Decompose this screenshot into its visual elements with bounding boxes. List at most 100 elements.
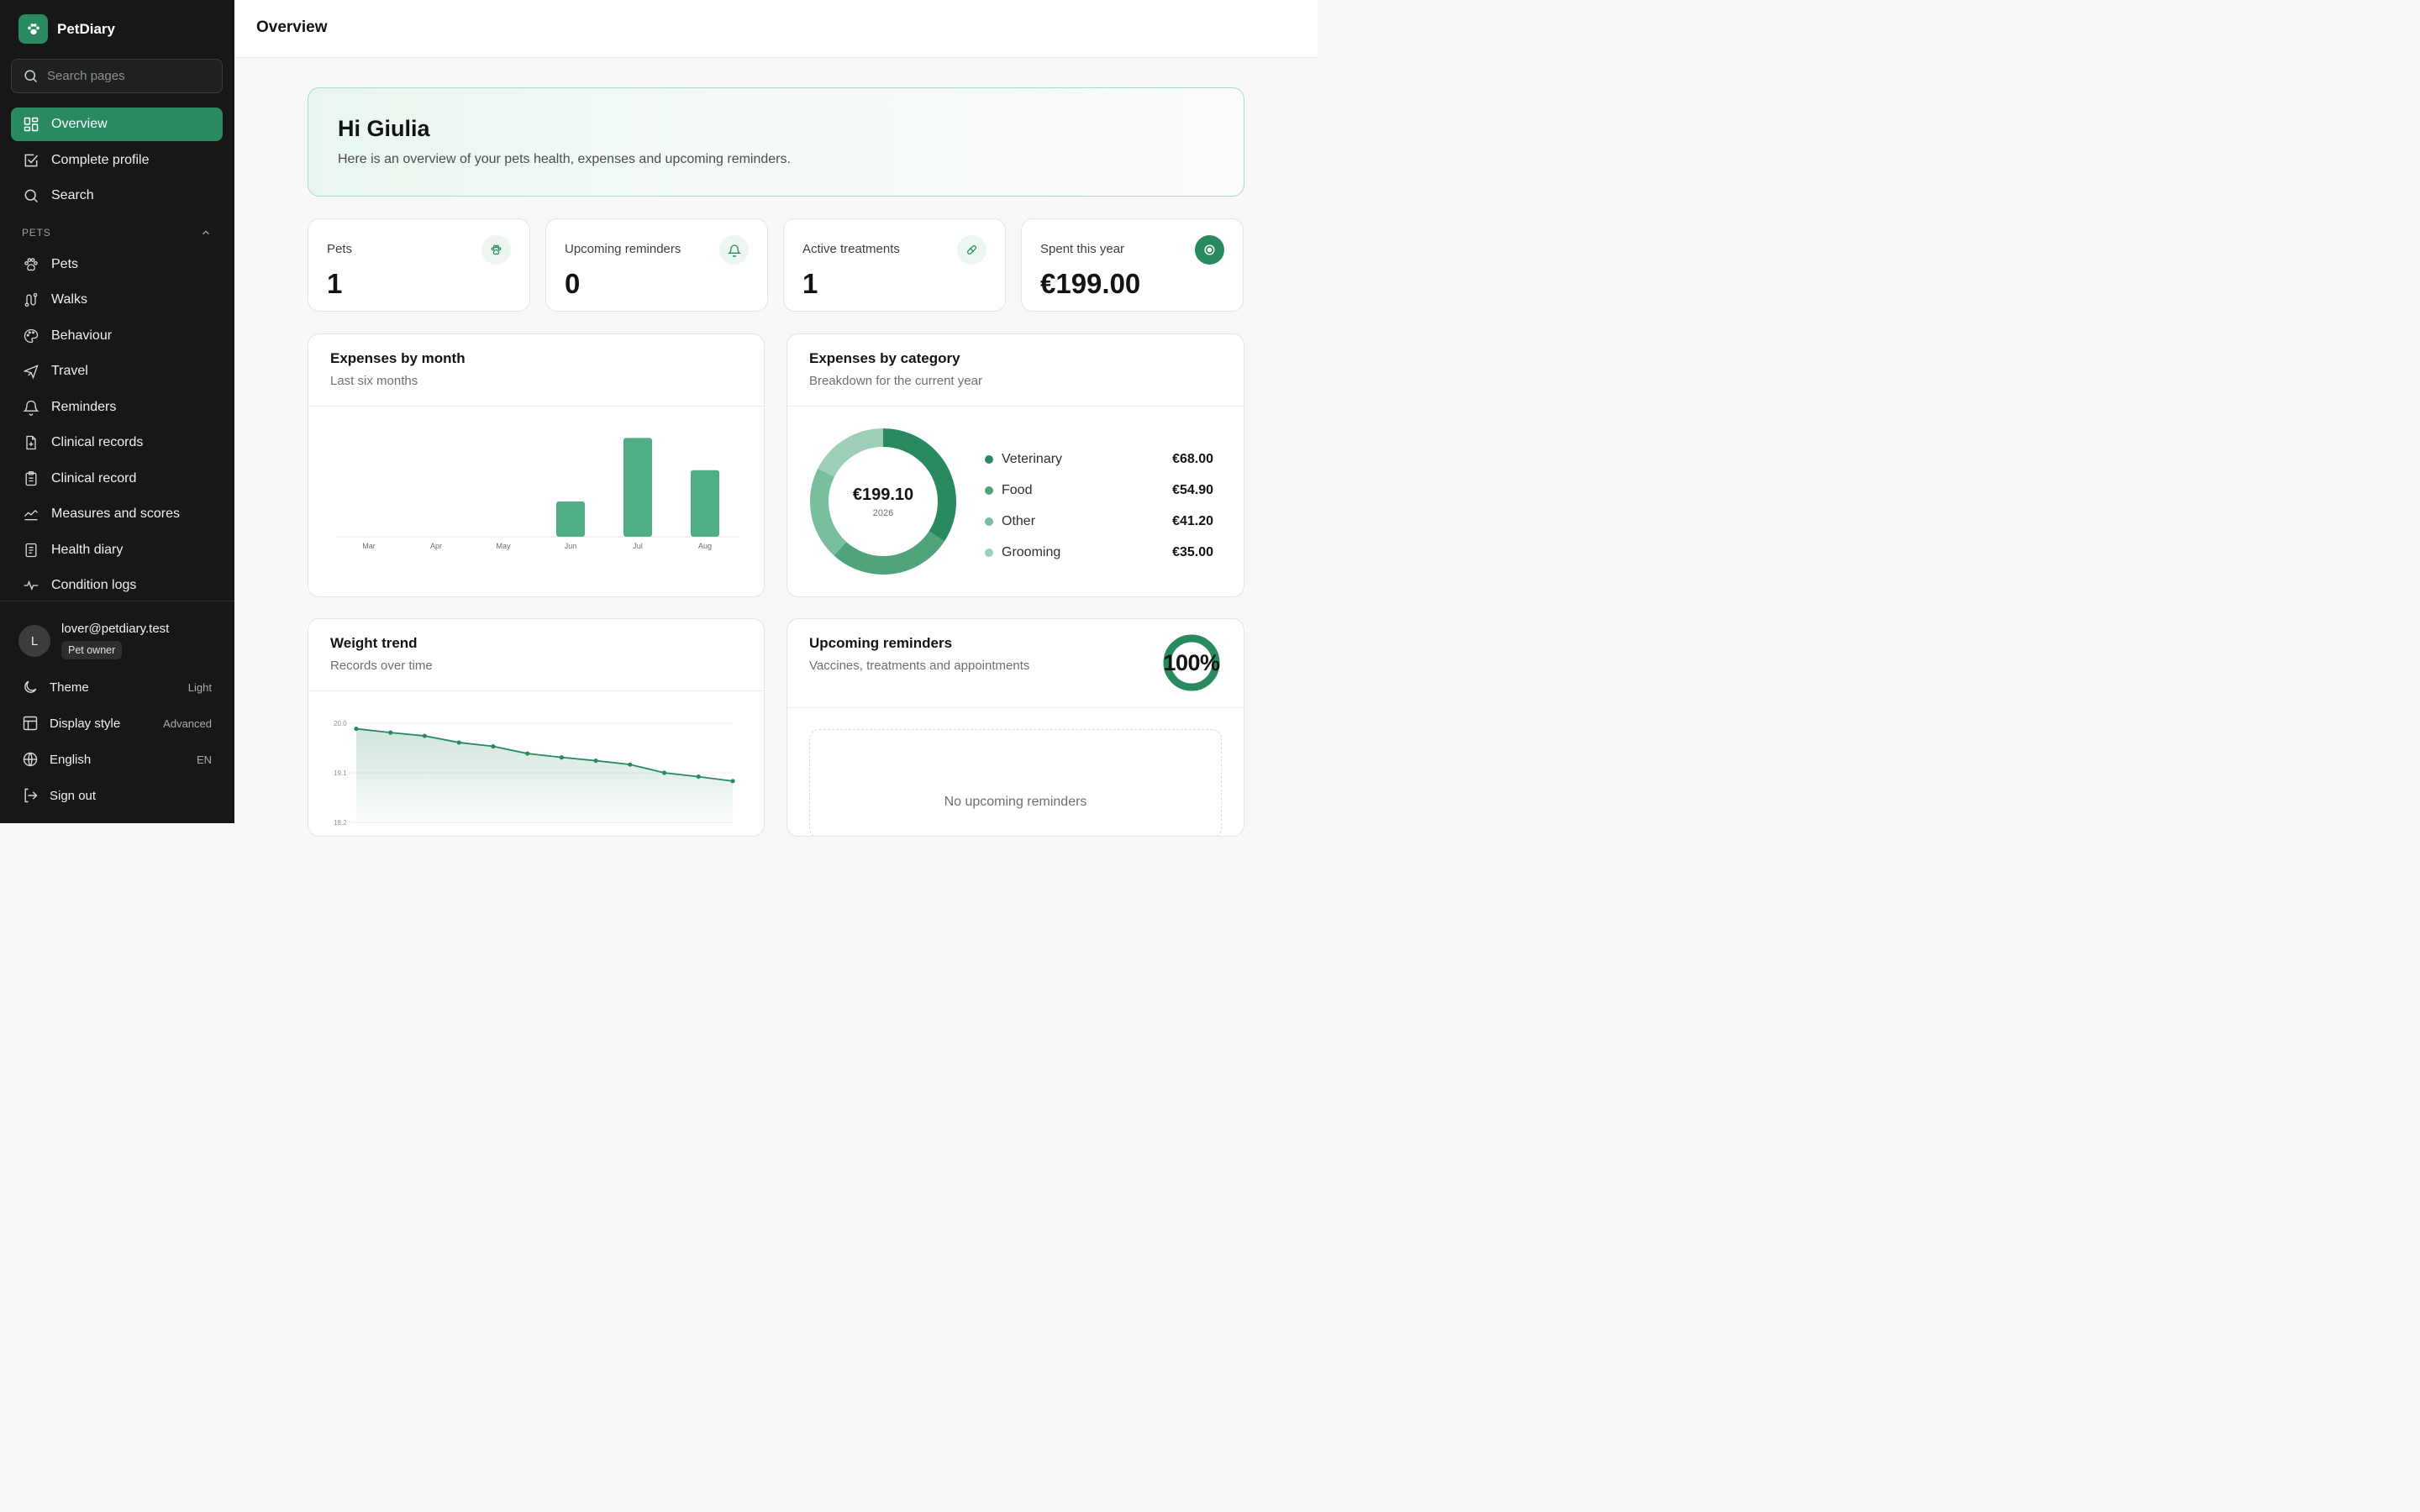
weight-point[interactable]	[661, 770, 667, 775]
nav-search[interactable]: Search	[11, 179, 223, 213]
panel-title: Expenses by month	[330, 350, 466, 366]
chart-line-icon	[24, 509, 38, 521]
activity-icon	[24, 580, 39, 591]
setting-label: English	[50, 752, 92, 767]
moon-icon	[24, 680, 37, 693]
weight-point[interactable]	[730, 779, 735, 784]
panel-subtitle: Breakdown for the current year	[809, 374, 982, 388]
weight-point[interactable]	[593, 758, 598, 764]
bar-chart: Mar Apr May Jun Jul Aug	[335, 438, 739, 550]
weight-point[interactable]	[422, 733, 428, 738]
progress-ring-label: 100%	[1163, 649, 1220, 675]
user-block[interactable]: L lover@petdiary.test Pet owner	[18, 622, 169, 659]
stat-label: Pets	[327, 242, 353, 256]
setting-display-style[interactable]: Display style Advanced	[22, 711, 212, 736]
search-input[interactable]	[47, 69, 207, 83]
check-square-icon	[24, 154, 39, 167]
weight-point[interactable]	[525, 751, 530, 756]
sidebar: PetDiary Overview Complete profile Searc…	[0, 0, 234, 823]
panel-title: Expenses by category	[809, 350, 960, 366]
setting-language[interactable]: English EN	[22, 747, 212, 772]
weight-point[interactable]	[559, 755, 564, 760]
search-icon	[24, 70, 38, 83]
stat-label: Active treatments	[802, 242, 900, 256]
panel-divider	[787, 406, 1244, 407]
layout-icon	[23, 716, 38, 731]
weight-point[interactable]	[388, 730, 393, 735]
nav-health-diary[interactable]: Health diary	[11, 533, 223, 567]
paw-logo-icon	[18, 14, 48, 44]
topbar: Overview	[234, 0, 1318, 58]
stat-card-reminders[interactable]: Upcoming reminders 0	[545, 218, 768, 312]
legend-label: Grooming	[1002, 544, 1061, 559]
nav-label: Travel	[51, 364, 88, 378]
page-title: Overview	[256, 18, 328, 36]
panel-weight-trend: Weight trend Records over time 20.0 19.1 1…	[308, 618, 765, 837]
nav-label: Behaviour	[51, 328, 113, 343]
route-icon	[24, 292, 38, 307]
weight-area	[356, 728, 733, 826]
nav-condition-logs[interactable]: Condition logs	[11, 569, 223, 602]
bell-icon	[23, 400, 39, 416]
stat-card-spent[interactable]: Spent this year €199.00	[1021, 218, 1244, 312]
line-chart: 20.0 19.1 18.2	[334, 720, 735, 826]
app-name: PetDiary	[57, 20, 115, 37]
weight-point[interactable]	[491, 743, 496, 749]
nav-overview[interactable]: Overview	[11, 108, 223, 141]
nav-reminders[interactable]: Reminders	[11, 391, 223, 424]
panel-subtitle: Records over time	[330, 659, 433, 673]
nav-label: Condition logs	[51, 578, 137, 592]
weight-point[interactable]	[628, 762, 633, 767]
palette-icon	[24, 328, 39, 344]
chevron-up-icon[interactable]	[200, 227, 212, 239]
bar-jun[interactable]	[556, 501, 585, 537]
nav-label: Search	[51, 188, 94, 202]
x-tick-label: Jul	[633, 542, 643, 550]
legend-item: Grooming €35.00	[985, 537, 1213, 568]
panel-subtitle: Last six months	[330, 374, 418, 388]
greeting: Hi Giulia	[338, 116, 430, 141]
nav-walks[interactable]: Walks	[11, 283, 223, 317]
setting-value: Light	[187, 680, 212, 694]
section-pets-header[interactable]: PETS	[22, 227, 212, 239]
nav-behaviour[interactable]: Behaviour	[11, 319, 223, 353]
x-tick-label: Jun	[565, 542, 577, 550]
weight-point[interactable]	[456, 740, 461, 745]
donut-center: €199.10 2026	[808, 426, 959, 577]
nav-label: Reminders	[51, 400, 117, 414]
nav-measures[interactable]: Measures and scores	[11, 497, 223, 531]
grid-icon	[24, 117, 39, 132]
x-tick-label: Mar	[362, 542, 376, 550]
panel-title: Upcoming reminders	[809, 635, 953, 651]
logout-icon	[24, 788, 38, 803]
stat-card-pets[interactable]: Pets 1	[308, 218, 530, 312]
weight-point[interactable]	[696, 774, 701, 780]
x-tick-label: May	[496, 542, 511, 550]
nav-label: Overview	[51, 117, 108, 131]
nav-clinical-record[interactable]: Clinical record	[11, 462, 223, 496]
legend-value: €54.90	[1172, 482, 1213, 497]
stat-label: Spent this year	[1040, 242, 1125, 256]
bar-jul[interactable]	[623, 438, 652, 537]
bar-aug[interactable]	[691, 470, 719, 537]
nav-clinical-records[interactable]: Clinical records	[11, 426, 223, 459]
stat-card-treatments[interactable]: Active treatments 1	[783, 218, 1006, 312]
section-label: PETS	[22, 227, 51, 239]
bell-icon	[719, 235, 749, 265]
nav-complete-profile[interactable]: Complete profile	[11, 144, 223, 177]
weight-point[interactable]	[354, 726, 359, 732]
nav-travel[interactable]: Travel	[11, 354, 223, 388]
setting-value: EN	[196, 753, 212, 766]
pill-icon	[957, 235, 986, 265]
brand[interactable]: PetDiary	[18, 14, 115, 44]
nav-pets[interactable]: Pets	[11, 248, 223, 281]
paw-icon	[24, 258, 38, 271]
panel-divider	[787, 707, 1244, 708]
search-box[interactable]	[11, 59, 223, 93]
sign-out-button[interactable]: Sign out	[22, 783, 212, 808]
welcome-subtitle: Here is an overview of your pets health,…	[338, 152, 791, 166]
legend-dot	[985, 517, 993, 526]
setting-theme[interactable]: Theme Light	[22, 675, 212, 700]
avatar: L	[18, 625, 50, 657]
x-tick-label: Apr	[430, 542, 442, 550]
